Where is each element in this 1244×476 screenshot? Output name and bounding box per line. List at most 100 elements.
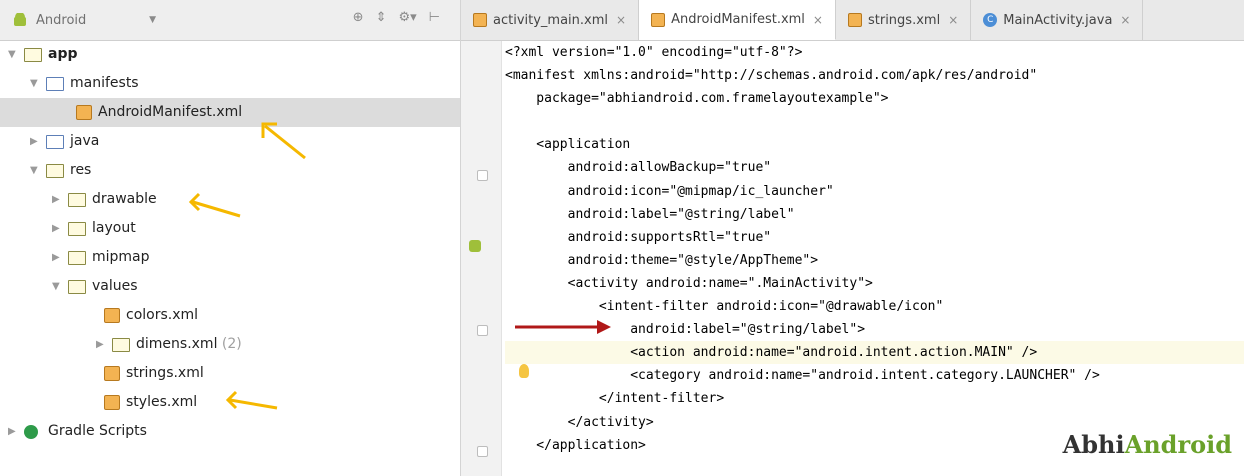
tree-item-label: styles.xml — [126, 394, 198, 410]
tab-label: strings.xml — [867, 12, 941, 28]
xml-file-icon — [104, 395, 120, 410]
code-line: android:allowBackup="true" — [505, 160, 772, 176]
annotation-arrow-intent-filter — [515, 320, 611, 334]
module-folder-icon — [24, 48, 42, 62]
tree-item-mipmap[interactable]: ▶ mipmap — [0, 243, 460, 272]
code-line: </intent-filter> — [505, 391, 725, 407]
tree-item-res[interactable]: ▼ res — [0, 156, 460, 185]
tree-item-manifests[interactable]: ▼ manifests — [0, 69, 460, 98]
tree-item-app[interactable]: ▼ app — [0, 40, 460, 69]
fold-marker-icon[interactable] — [477, 325, 488, 336]
tab-android-manifest[interactable]: AndroidManifest.xml × — [639, 0, 836, 40]
editor-gutter — [461, 41, 502, 476]
expand-arrow-icon[interactable]: ▶ — [52, 223, 60, 234]
tree-item-colors[interactable]: colors.xml — [0, 301, 460, 330]
tab-main-activity[interactable]: C MainActivity.java × — [971, 0, 1144, 40]
project-tools: ⊕ ⇕ ⚙▾ ⊢ — [353, 10, 440, 25]
xml-file-icon — [104, 366, 120, 381]
tree-item-label: values — [92, 278, 138, 294]
expand-arrow-icon[interactable]: ▶ — [52, 194, 60, 205]
chevron-down-icon: ▼ — [149, 15, 156, 25]
tab-label: MainActivity.java — [1003, 12, 1113, 28]
close-icon[interactable]: × — [813, 13, 823, 27]
close-icon[interactable]: × — [1120, 13, 1130, 27]
expand-arrow-icon[interactable]: ▶ — [96, 339, 104, 350]
code-line: android:icon="@mipmap/ic_launcher" — [505, 183, 834, 199]
tree-item-label: mipmap — [92, 249, 150, 265]
code-line: android:label="@string/label" — [505, 206, 795, 222]
xml-file-icon — [473, 13, 487, 27]
fold-marker-icon[interactable] — [477, 170, 488, 181]
hide-panel-icon[interactable]: ⊢ — [429, 10, 440, 25]
expand-arrow-icon[interactable]: ▼ — [30, 165, 38, 176]
fold-marker-icon[interactable] — [477, 446, 488, 457]
code-editor[interactable]: <?xml version="1.0" encoding="utf-8"?> <… — [505, 41, 1244, 457]
code-line: <manifest xmlns:android="http://schemas.… — [505, 68, 1038, 84]
sync-icon[interactable]: ⊕ — [353, 10, 364, 25]
close-icon[interactable]: × — [948, 13, 958, 27]
expand-arrow-icon[interactable]: ▼ — [8, 49, 16, 60]
tab-label: AndroidManifest.xml — [671, 12, 805, 27]
logo-text-part2: Android — [1124, 430, 1232, 459]
code-line: <category android:name="android.intent.c… — [505, 368, 1100, 384]
project-toolbar: Android ▼ ⊕ ⇕ ⚙▾ ⊢ — [0, 0, 460, 41]
project-panel: Android ▼ ⊕ ⇕ ⚙▾ ⊢ ▼ app ▼ manifests And… — [0, 0, 461, 476]
tree-item-label: drawable — [92, 191, 157, 207]
tab-activity-main[interactable]: activity_main.xml × — [461, 0, 640, 40]
tree-item-strings[interactable]: strings.xml — [0, 359, 460, 388]
expand-arrow-icon[interactable]: ▼ — [30, 78, 38, 89]
tree-item-label: AndroidManifest.xml — [98, 104, 243, 120]
item-count: (2) — [221, 336, 242, 352]
project-view-label: Android — [36, 12, 87, 28]
folder-icon — [68, 193, 86, 207]
tree-item-label: res — [70, 162, 92, 178]
collapse-icon[interactable]: ⇕ — [376, 10, 387, 25]
folder-icon — [68, 251, 86, 265]
abhiandroid-logo: Abhi Android — [1063, 430, 1232, 459]
tree-item-values[interactable]: ▼ values — [0, 272, 460, 301]
tree-item-androidmanifest[interactable]: AndroidManifest.xml — [0, 98, 460, 127]
xml-file-icon — [847, 13, 862, 27]
tab-label: activity_main.xml — [493, 12, 609, 28]
lightbulb-icon[interactable] — [519, 364, 529, 378]
xml-file-icon — [104, 308, 120, 323]
annotation-arrow-drawable — [188, 192, 241, 218]
android-icon — [14, 13, 26, 26]
expand-arrow-icon[interactable]: ▶ — [8, 426, 16, 437]
xml-file-icon — [651, 12, 666, 27]
tree-item-label: app — [48, 46, 78, 62]
tree-item-java[interactable]: ▶ java — [0, 127, 460, 156]
res-folder-icon — [46, 164, 64, 178]
tree-item-label: Gradle Scripts — [48, 423, 147, 439]
annotation-arrow-manifest — [261, 122, 306, 160]
code-line: <?xml version="1.0" encoding="utf-8"?> — [505, 45, 803, 60]
tree-item-gradle-scripts[interactable]: ▶ Gradle Scripts — [0, 417, 460, 446]
code-line: <activity android:name=".MainActivity"> — [505, 275, 873, 291]
gradle-icon — [24, 425, 38, 439]
close-icon[interactable]: × — [616, 13, 626, 27]
code-line: package="abhiandroid.com.framelayoutexam… — [505, 91, 889, 107]
folder-icon — [46, 135, 64, 149]
code-line-current: <action android:name="android.intent.act… — [505, 341, 1244, 365]
java-class-icon: C — [983, 13, 998, 27]
code-line: android:theme="@style/AppTheme"> — [505, 252, 819, 268]
logo-text-part1: Abhi — [1062, 430, 1125, 459]
tree-item-dimens[interactable]: ▶ dimens.xml (2) — [0, 330, 460, 359]
project-tree: ▼ app ▼ manifests AndroidManifest.xml ▶ … — [0, 40, 460, 446]
tree-item-label: dimens.xml (2) — [136, 336, 242, 352]
project-view-selector[interactable]: Android ▼ — [12, 7, 162, 33]
xml-file-icon — [76, 105, 92, 120]
tab-strings[interactable]: strings.xml × — [836, 0, 972, 40]
folder-icon — [112, 338, 130, 352]
gear-icon[interactable]: ⚙▾ — [398, 10, 416, 25]
tree-item-label: java — [70, 133, 100, 149]
tree-item-label: manifests — [70, 75, 139, 91]
code-line: android:label="@string/label"> — [505, 322, 866, 338]
expand-arrow-icon[interactable]: ▶ — [52, 252, 60, 263]
expand-arrow-icon[interactable]: ▼ — [52, 281, 60, 292]
code-line: <intent-filter android:icon="@drawable/i… — [505, 299, 944, 315]
editor-panel: activity_main.xml × AndroidManifest.xml … — [461, 0, 1244, 476]
expand-arrow-icon[interactable]: ▶ — [30, 136, 38, 147]
folder-icon — [46, 77, 64, 91]
